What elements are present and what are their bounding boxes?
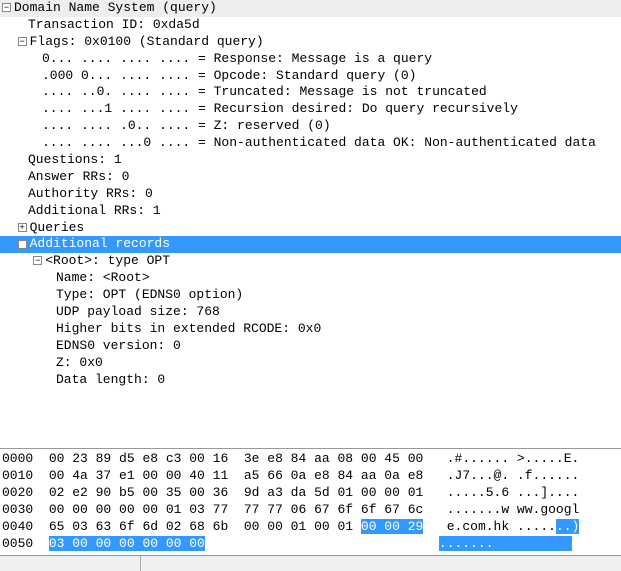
hex-highlight-ascii: ....... [439,536,572,551]
dns-section-header[interactable]: −Domain Name System (query) [0,0,621,17]
flag-response[interactable]: 0... .... .... .... = Response: Message … [0,51,621,68]
answer-rrs[interactable]: Answer RRs: 0 [0,169,621,186]
root-opt-label: <Root>: type OPT [45,253,170,268]
flags-row[interactable]: −Flags: 0x0100 (Standard query) [0,34,621,51]
hex-highlight-ascii: ..) [556,519,579,534]
additional-rrs[interactable]: Additional RRs: 1 [0,203,621,220]
expand-icon[interactable]: + [18,223,27,232]
flags-label: Flags: 0x0100 (Standard query) [30,34,264,49]
questions[interactable]: Questions: 1 [0,152,621,169]
root-udp-payload[interactable]: UDP payload size: 768 [0,304,621,321]
flag-truncated[interactable]: .... ..0. .... .... = Truncated: Message… [0,84,621,101]
dns-header-label: Domain Name System (query) [14,0,217,15]
flag-recursion[interactable]: .... ...1 .... .... = Recursion desired:… [0,101,621,118]
hex-dump: 0000 00 23 89 d5 e8 c3 00 16 3e e8 84 aa… [0,448,621,552]
additional-records-row[interactable]: −Additional records [0,236,621,253]
flag-opcode[interactable]: .000 0... .... .... = Opcode: Standard q… [0,68,621,85]
collapse-icon[interactable]: − [18,37,27,46]
root-type[interactable]: Type: OPT (EDNS0 option) [0,287,621,304]
status-bar [0,555,621,571]
collapse-icon[interactable]: − [2,3,11,12]
root-rcode[interactable]: Higher bits in extended RCODE: 0x0 [0,321,621,338]
additional-records-label: Additional records [30,236,170,251]
hex-row-0050[interactable]: 0050 03 00 00 00 00 00 00 ....... [0,536,621,553]
packet-tree: −Domain Name System (query) Transaction … [0,0,621,388]
root-data-length[interactable]: Data length: 0 [0,372,621,389]
collapse-icon[interactable]: − [33,256,42,265]
root-name[interactable]: Name: <Root> [0,270,621,287]
hex-row-0030[interactable]: 0030 00 00 00 00 00 01 03 77 77 77 06 67… [0,502,621,519]
hex-highlight-bytes: 03 00 00 00 00 00 00 [49,536,205,551]
collapse-icon[interactable]: − [18,240,27,249]
hex-row-0010[interactable]: 0010 00 4a 37 e1 00 00 40 11 a5 66 0a e8… [0,468,621,485]
queries-row[interactable]: +Queries [0,220,621,237]
root-opt-row[interactable]: −<Root>: type OPT [0,253,621,270]
flag-z[interactable]: .... .... .0.. .... = Z: reserved (0) [0,118,621,135]
hex-row-0020[interactable]: 0020 02 e2 90 b5 00 35 00 36 9d a3 da 5d… [0,485,621,502]
transaction-id[interactable]: Transaction ID: 0xda5d [0,17,621,34]
root-edns-version[interactable]: EDNS0 version: 0 [0,338,621,355]
queries-label: Queries [30,220,85,235]
authority-rrs[interactable]: Authority RRs: 0 [0,186,621,203]
flag-nonauth[interactable]: .... .... ...0 .... = Non-authenticated … [0,135,621,152]
hex-row-0000[interactable]: 0000 00 23 89 d5 e8 c3 00 16 3e e8 84 aa… [0,451,621,468]
hex-row-0040[interactable]: 0040 65 03 63 6f 6d 02 68 6b 00 00 01 00… [0,519,621,536]
hex-highlight-bytes: 00 00 29 [361,519,423,534]
root-z[interactable]: Z: 0x0 [0,355,621,372]
